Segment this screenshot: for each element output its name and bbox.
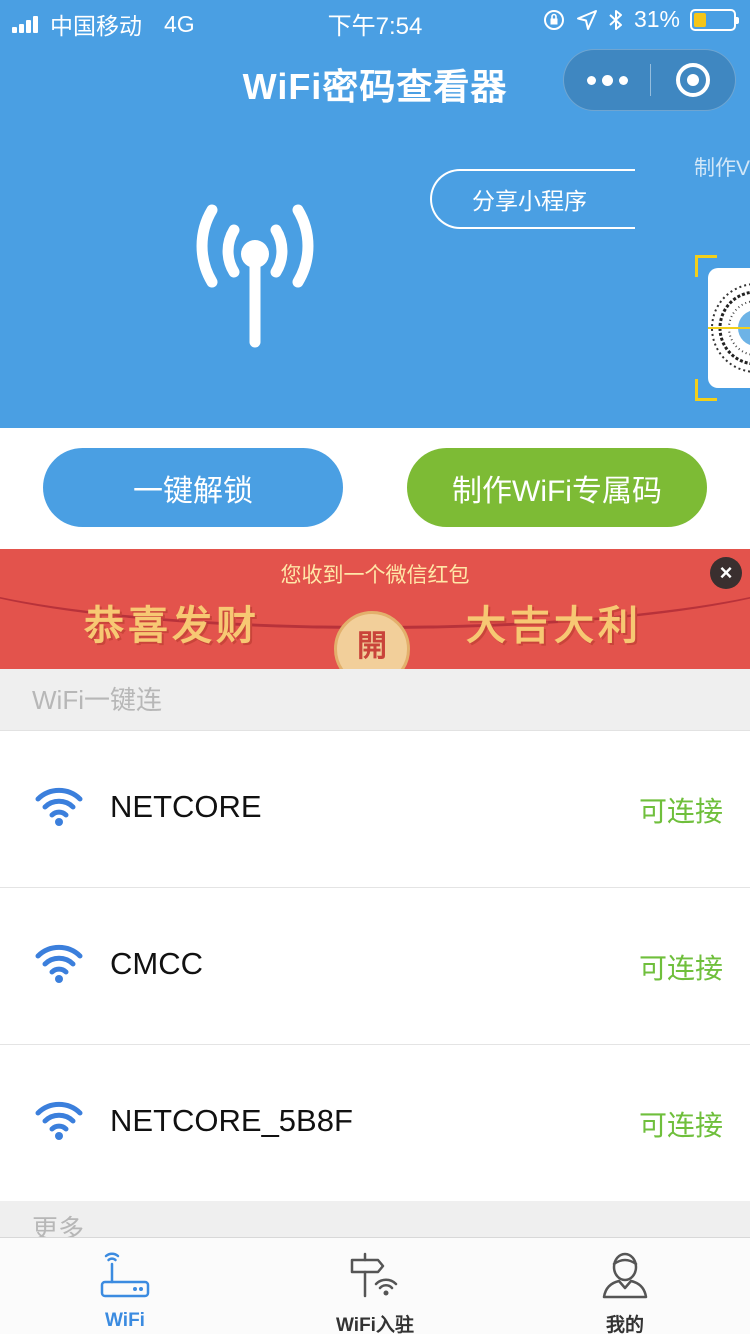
wifi-ssid: NETCORE_5B8F — [110, 1103, 353, 1138]
router-icon — [100, 1252, 150, 1298]
share-miniprogram-button[interactable]: 分享小程序 — [430, 169, 635, 229]
tab-label: WiFi入驻 — [336, 1315, 414, 1334]
battery-percent: 31% — [633, 6, 680, 32]
wifi-antenna-icon — [196, 204, 314, 348]
bluetooth-icon — [609, 9, 622, 30]
orientation-lock-icon — [543, 9, 564, 30]
one-click-unlock-button[interactable]: 一键解锁 — [43, 448, 343, 527]
banner-right-text: 大吉大利 — [466, 604, 642, 648]
capsule-divider — [650, 64, 651, 96]
tab-label: 我的 — [605, 1315, 644, 1334]
wifi-status: 可连接 — [638, 953, 723, 984]
status-right: 31% — [542, 6, 739, 33]
make-code-side-label: 制作V — [694, 157, 750, 180]
bottom-tab-bar: WiFi WiFi入驻 我的 — [0, 1237, 750, 1334]
qr-code-icon — [708, 283, 750, 373]
hero-header: 中国移动 4G 下午7:54 31% WiFi密码查看器 分享小程序 制作V — [0, 0, 750, 428]
more-options-button[interactable] — [564, 50, 650, 110]
close-miniprogram-button[interactable] — [676, 63, 710, 97]
wifi-ssid: NETCORE — [110, 789, 262, 824]
location-arrow-icon — [576, 9, 597, 30]
battery-fill — [694, 12, 706, 27]
wifi-status: 可连接 — [638, 1110, 723, 1141]
tab-mine[interactable]: 我的 — [500, 1238, 750, 1334]
wifi-ssid: CMCC — [110, 946, 203, 981]
miniprogram-capsule — [563, 49, 736, 111]
red-envelope-ad-banner[interactable]: 您收到一个微信红包 恭喜发财 大吉大利 開 — [0, 549, 750, 669]
wifi-status: 可连接 — [638, 796, 723, 827]
signpost-wifi-icon — [350, 1252, 398, 1298]
tab-label: WiFi — [105, 1310, 145, 1331]
banner-title: 您收到一个微信红包 — [280, 564, 470, 587]
make-wifi-code-button[interactable]: 制作WiFi专属码 — [407, 448, 707, 527]
section-title-connect: WiFi一键连 — [0, 669, 750, 731]
tab-wifi-settle[interactable]: WiFi入驻 — [250, 1238, 500, 1334]
status-bar: 中国移动 4G 下午7:54 31% — [0, 0, 750, 40]
wifi-list-item[interactable]: NETCORE_5B8F 可连接 — [0, 1045, 750, 1202]
wifi-list-item[interactable]: CMCC 可连接 — [0, 888, 750, 1045]
qr-code-preview[interactable] — [708, 268, 750, 388]
wifi-list-item[interactable]: NETCORE 可连接 — [0, 731, 750, 888]
section-title-more: 更多 — [0, 1201, 750, 1241]
tab-wifi[interactable]: WiFi — [0, 1238, 250, 1334]
battery-icon — [690, 8, 739, 31]
wifi-signal-icon — [35, 1101, 83, 1140]
wifi-signal-icon — [35, 944, 83, 983]
wifi-signal-icon — [35, 787, 83, 826]
banner-close-icon[interactable]: × — [710, 557, 742, 589]
banner-left-text: 恭喜发财 — [84, 604, 260, 648]
person-icon — [602, 1252, 648, 1299]
